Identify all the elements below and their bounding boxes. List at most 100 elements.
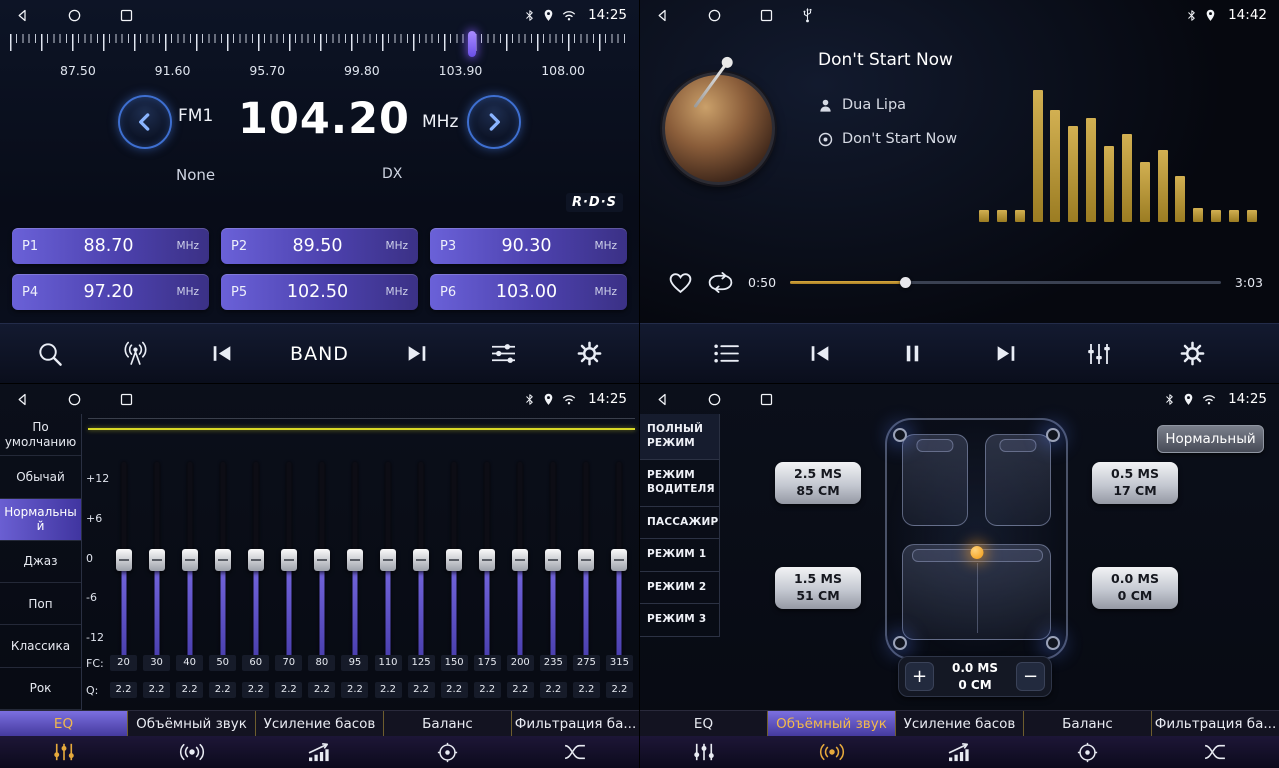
balance-icon[interactable] bbox=[1023, 736, 1151, 768]
eq-slider-handle[interactable] bbox=[248, 549, 264, 571]
bass-boost-icon[interactable] bbox=[256, 736, 384, 768]
playlist-button[interactable] bbox=[710, 334, 744, 374]
delay-decrease-button[interactable]: − bbox=[1016, 662, 1045, 691]
favorite-button[interactable] bbox=[668, 271, 693, 294]
audio-mixer-button[interactable] bbox=[1082, 334, 1116, 374]
eq-slider-handle[interactable] bbox=[545, 549, 561, 571]
home-button[interactable] bbox=[64, 5, 84, 25]
eq-preset-custom[interactable]: Обычай bbox=[0, 456, 81, 498]
tab-surround[interactable]: Объёмный звук bbox=[768, 711, 896, 736]
next-station-button[interactable] bbox=[401, 334, 435, 374]
eq-preset-rock[interactable]: Рок bbox=[0, 668, 81, 710]
eq-band-slider[interactable] bbox=[441, 462, 468, 658]
mode-1[interactable]: РЕЖИМ 1 bbox=[640, 539, 719, 572]
eq-preset-classic[interactable]: Классика bbox=[0, 625, 81, 667]
tab-eq[interactable]: EQ bbox=[0, 711, 128, 736]
tune-settings-button[interactable] bbox=[487, 334, 521, 374]
seek-thumb[interactable] bbox=[900, 277, 911, 288]
eq-band-slider[interactable] bbox=[573, 462, 600, 658]
eq-band-slider[interactable] bbox=[308, 462, 335, 658]
eq-band-slider[interactable] bbox=[375, 462, 402, 658]
eq-slider-handle[interactable] bbox=[116, 549, 132, 571]
eq-slider-handle[interactable] bbox=[182, 549, 198, 571]
eq-band-slider[interactable] bbox=[507, 462, 534, 658]
eq-preset-pop[interactable]: Поп bbox=[0, 583, 81, 625]
next-track-button[interactable] bbox=[989, 334, 1023, 374]
mode-2[interactable]: РЕЖИМ 2 bbox=[640, 572, 719, 605]
eq-slider-handle[interactable] bbox=[611, 549, 627, 571]
eq-slider-handle[interactable] bbox=[347, 549, 363, 571]
recents-button[interactable] bbox=[116, 389, 136, 409]
eq-slider-handle[interactable] bbox=[479, 549, 495, 571]
frequency-ruler-thumb[interactable] bbox=[468, 31, 476, 57]
tab-bass-boost[interactable]: Усиление басов bbox=[896, 711, 1024, 736]
eq-band-slider[interactable] bbox=[110, 462, 137, 658]
eq-slider-handle[interactable] bbox=[512, 549, 528, 571]
eq-preset-default[interactable]: По умолчанию bbox=[0, 414, 81, 456]
broadcast-button[interactable] bbox=[118, 334, 152, 374]
tune-down-button[interactable] bbox=[118, 95, 172, 149]
delay-rear-left[interactable]: 1.5 MS 51 CM bbox=[775, 567, 861, 609]
previous-track-button[interactable] bbox=[803, 334, 837, 374]
back-button[interactable] bbox=[652, 5, 672, 25]
eq-band-slider[interactable] bbox=[176, 462, 203, 658]
preset-button[interactable]: P2 89.50 MHz bbox=[221, 228, 418, 264]
eq-slider-handle[interactable] bbox=[314, 549, 330, 571]
settings-button[interactable] bbox=[573, 334, 607, 374]
preset-button[interactable]: P5 102.50 MHz bbox=[221, 274, 418, 310]
recents-button[interactable] bbox=[116, 5, 136, 25]
eq-slider-handle[interactable] bbox=[446, 549, 462, 571]
tab-balance[interactable]: Баланс bbox=[1024, 711, 1152, 736]
eq-preset-normal[interactable]: Нормальный bbox=[0, 499, 81, 541]
surround-sound-icon[interactable] bbox=[768, 736, 896, 768]
home-button[interactable] bbox=[704, 389, 724, 409]
tab-bass-boost[interactable]: Усиление басов bbox=[256, 711, 384, 736]
band-button[interactable]: BAND bbox=[290, 334, 349, 374]
eq-preset-jazz[interactable]: Джаз bbox=[0, 541, 81, 583]
eq-slider-handle[interactable] bbox=[149, 549, 165, 571]
home-button[interactable] bbox=[64, 389, 84, 409]
filter-icon[interactable] bbox=[511, 736, 639, 768]
home-button[interactable] bbox=[704, 5, 724, 25]
listening-position-dot[interactable] bbox=[970, 546, 983, 559]
recents-button[interactable] bbox=[756, 5, 776, 25]
tab-eq[interactable]: EQ bbox=[640, 711, 768, 736]
eq-band-slider[interactable] bbox=[408, 462, 435, 658]
tune-up-button[interactable] bbox=[467, 95, 521, 149]
previous-station-button[interactable] bbox=[204, 334, 238, 374]
back-button[interactable] bbox=[652, 389, 672, 409]
eq-band-slider[interactable] bbox=[242, 462, 269, 658]
surround-sound-icon[interactable] bbox=[128, 736, 256, 768]
balance-icon[interactable] bbox=[383, 736, 511, 768]
eq-slider-handle[interactable] bbox=[413, 549, 429, 571]
delay-front-left[interactable]: 2.5 MS 85 CM bbox=[775, 462, 861, 504]
back-button[interactable] bbox=[12, 5, 32, 25]
eq-band-slider[interactable] bbox=[341, 462, 368, 658]
delay-front-right[interactable]: 0.5 MS 17 CM bbox=[1092, 462, 1178, 504]
bass-boost-icon[interactable] bbox=[896, 736, 1024, 768]
pause-button[interactable] bbox=[896, 334, 930, 374]
recents-button[interactable] bbox=[756, 389, 776, 409]
eq-sliders-icon[interactable] bbox=[0, 736, 128, 768]
seek-slider[interactable] bbox=[790, 275, 1221, 289]
eq-band-slider[interactable] bbox=[540, 462, 567, 658]
preset-button[interactable]: P6 103.00 MHz bbox=[430, 274, 627, 310]
preset-button[interactable]: P3 90.30 MHz bbox=[430, 228, 627, 264]
tab-balance[interactable]: Баланс bbox=[384, 711, 512, 736]
eq-slider-handle[interactable] bbox=[380, 549, 396, 571]
eq-band-slider[interactable] bbox=[474, 462, 501, 658]
preset-button[interactable]: P4 97.20 MHz bbox=[12, 274, 209, 310]
eq-slider-handle[interactable] bbox=[578, 549, 594, 571]
tab-filter[interactable]: Фильтрация ба... bbox=[512, 711, 639, 736]
repeat-button[interactable] bbox=[707, 272, 734, 293]
eq-sliders-icon[interactable] bbox=[640, 736, 768, 768]
mode-passenger[interactable]: ПАССАЖИР bbox=[640, 507, 719, 540]
mode-3[interactable]: РЕЖИМ 3 bbox=[640, 604, 719, 637]
scan-button[interactable] bbox=[32, 334, 66, 374]
frequency-ruler[interactable] bbox=[10, 34, 629, 60]
eq-band-slider[interactable] bbox=[143, 462, 170, 658]
delay-rear-right[interactable]: 0.0 MS 0 CM bbox=[1092, 567, 1178, 609]
delay-increase-button[interactable]: + bbox=[905, 662, 934, 691]
settings-button[interactable] bbox=[1175, 334, 1209, 374]
preset-button[interactable]: P1 88.70 MHz bbox=[12, 228, 209, 264]
